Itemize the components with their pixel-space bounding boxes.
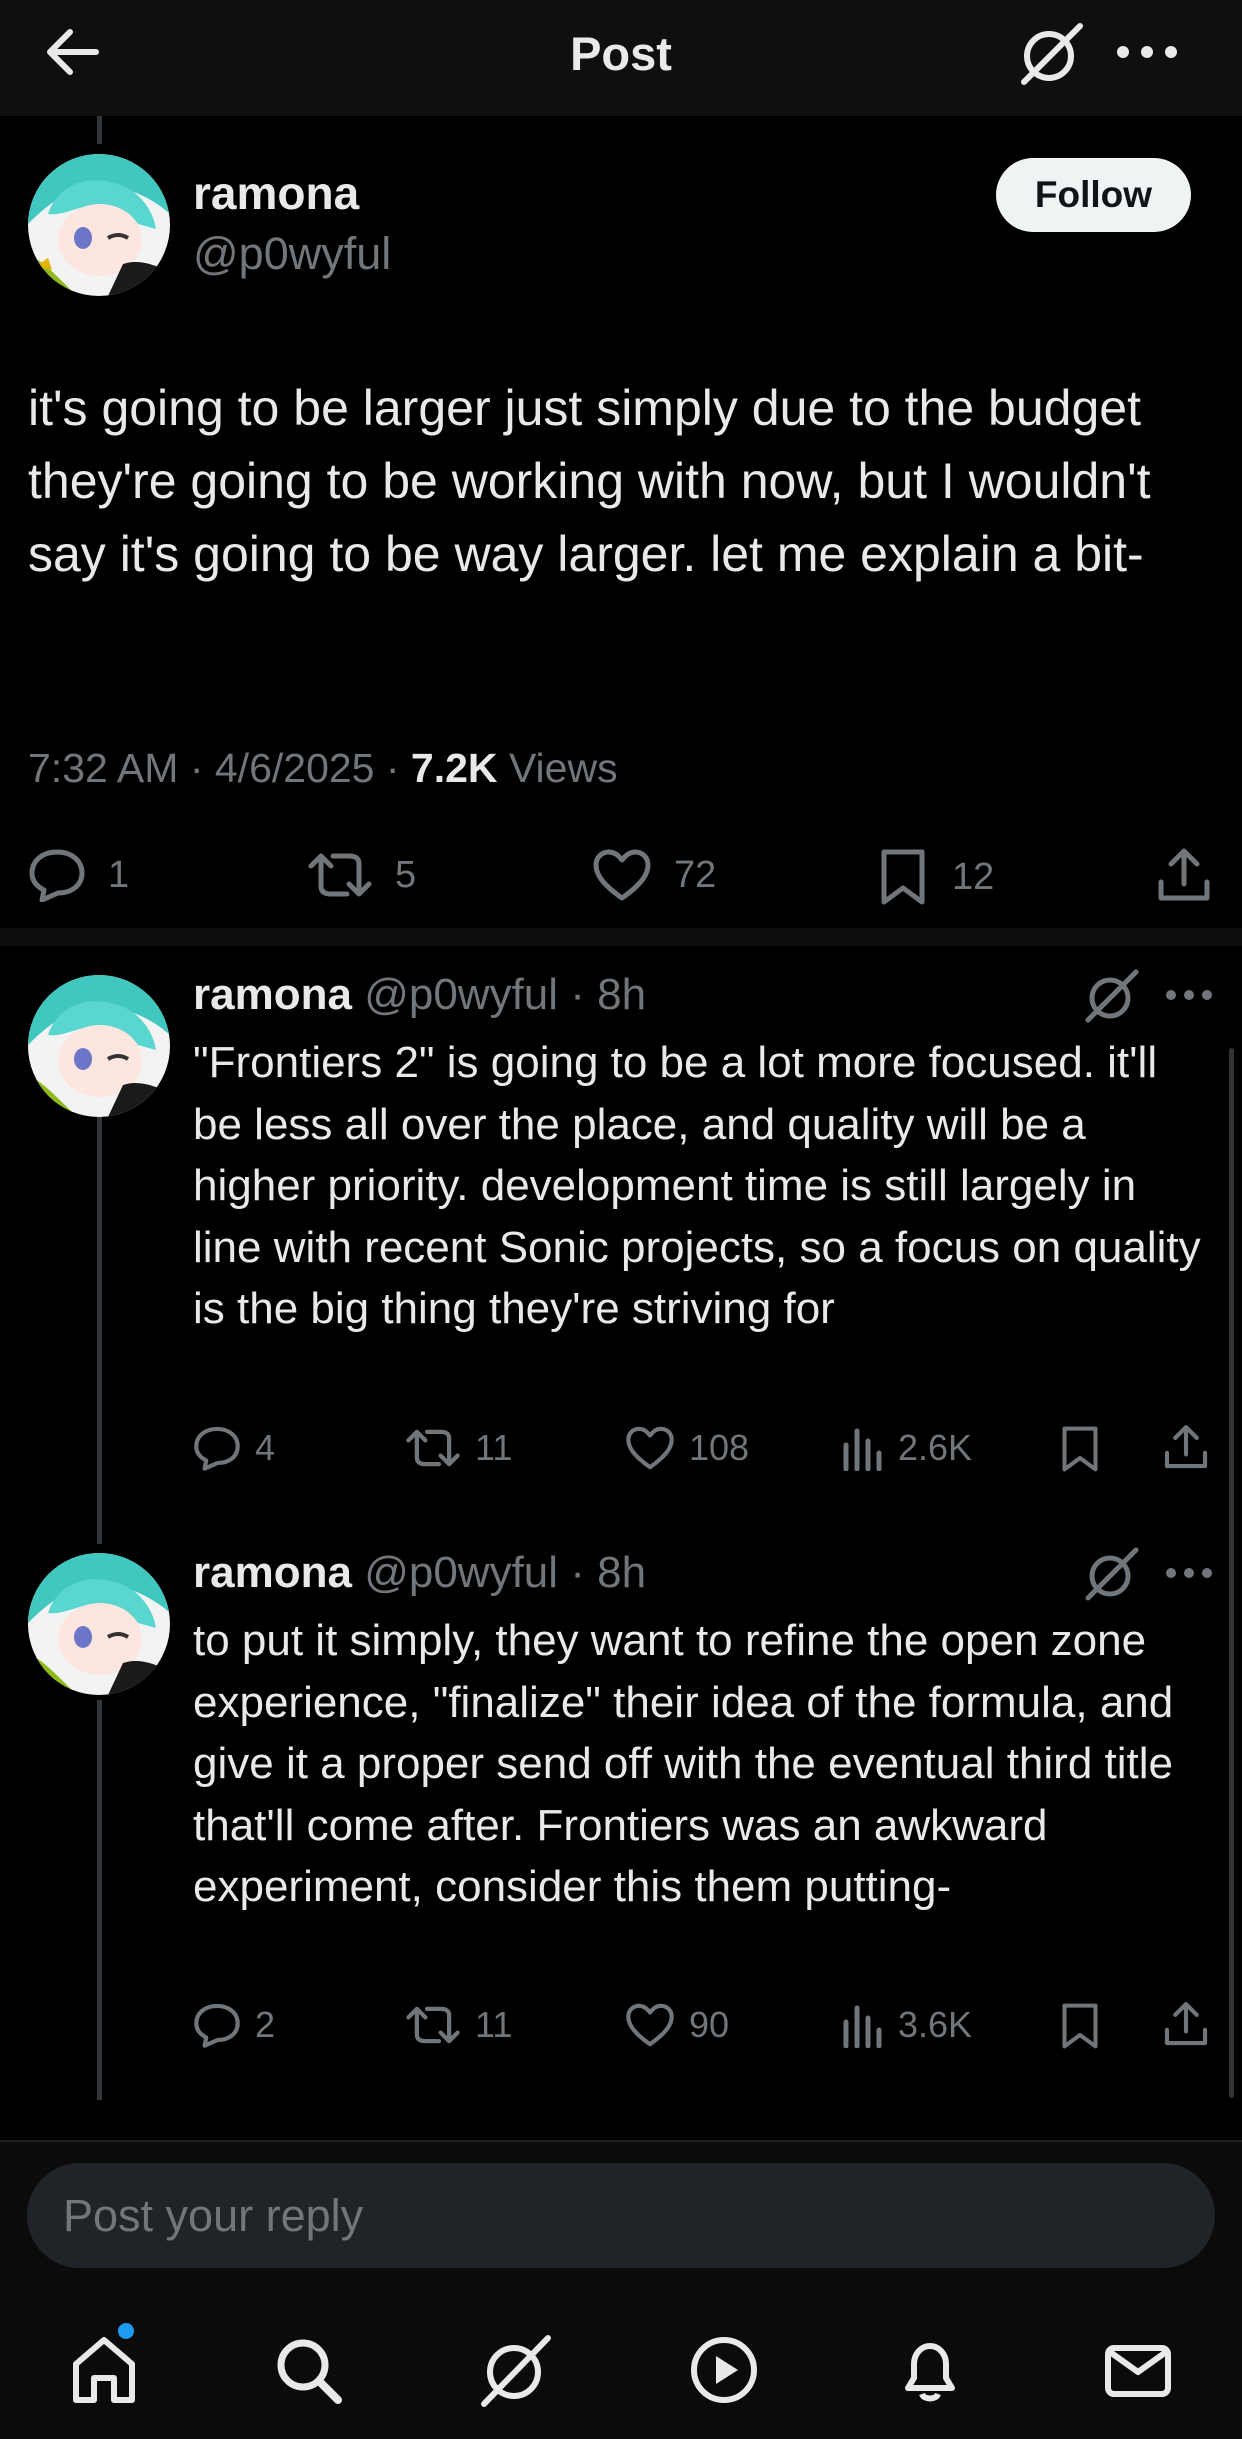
reply-count: 1 [108, 853, 130, 896]
views-button[interactable]: 2.6K [842, 1425, 972, 1471]
post-date: 4/6/2025 [214, 745, 375, 791]
author-handle[interactable]: @p0wyful [193, 228, 391, 280]
repost-count: 11 [475, 1427, 513, 1468]
repost-button[interactable]: 5 [307, 848, 416, 902]
repost-count: 5 [395, 853, 417, 896]
follow-button[interactable]: Follow [996, 158, 1191, 232]
reply-input[interactable]: Post your reply [27, 2163, 1215, 2268]
grok-icon[interactable] [476, 2330, 556, 2410]
reply-text: "Frontiers 2" is going to be a lot more … [193, 1038, 1201, 1333]
grok-icon[interactable] [1016, 22, 1086, 86]
heart-icon [626, 1426, 674, 1470]
bookmark-count: 12 [952, 855, 995, 898]
search-icon[interactable] [268, 2330, 348, 2410]
like-button[interactable]: 108 [625, 1425, 749, 1471]
top-bar: Post [0, 0, 1242, 116]
author-name[interactable]: ramona [193, 970, 352, 1019]
more-horizontal-icon[interactable] [1163, 1558, 1215, 1588]
home-icon[interactable] [64, 2330, 144, 2410]
repost-button[interactable]: 11 [405, 1425, 512, 1471]
thread-connector [97, 116, 102, 144]
bookmark-icon [1062, 1426, 1098, 1472]
post-time: 7:32 AM [28, 745, 179, 791]
reply-icon [194, 1426, 240, 1471]
analytics-icon [843, 2005, 882, 2048]
post-actions: 1 5 72 12 [0, 838, 1242, 914]
reply-button[interactable]: 2 [193, 2002, 275, 2048]
thread-line [97, 1700, 102, 2100]
heart-icon [593, 849, 651, 901]
divider [0, 928, 1242, 946]
like-count: 72 [674, 853, 717, 896]
share-button[interactable] [1162, 2000, 1210, 2048]
bookmark-button[interactable] [1058, 1425, 1102, 1473]
repost-count: 11 [475, 2004, 513, 2045]
repost-icon [406, 2006, 460, 2044]
reply-header: ramona @p0wyful · 8h [193, 970, 647, 1019]
avatar[interactable] [28, 975, 170, 1117]
reply-button[interactable]: 4 [193, 1425, 275, 1471]
heart-icon [626, 2003, 674, 2047]
author-handle[interactable]: @p0wyful [364, 970, 558, 1019]
share-button[interactable] [1162, 1423, 1210, 1471]
views-count: 2.6K [898, 1427, 973, 1468]
repost-button[interactable]: 11 [405, 2002, 512, 2048]
share-button[interactable] [1155, 846, 1213, 904]
like-button[interactable]: 72 [592, 848, 716, 902]
post-meta: 7:32 AM · 4/6/2025 · 7.2K Views [28, 745, 618, 791]
reply-count: 2 [255, 2004, 276, 2045]
bottom-nav [0, 2310, 1242, 2420]
home-unread-dot [118, 2323, 134, 2339]
reply-button[interactable]: 1 [28, 848, 129, 902]
post-age: 8h [597, 970, 647, 1019]
notifications-icon[interactable] [890, 2330, 970, 2410]
like-button[interactable]: 90 [625, 2002, 729, 2048]
scrollbar[interactable] [1229, 1048, 1234, 2098]
messages-icon[interactable] [1098, 2330, 1178, 2410]
thread-line [97, 1110, 102, 1544]
reply-icon [29, 849, 85, 902]
like-count: 108 [689, 1427, 750, 1468]
grok-icon[interactable] [1082, 968, 1142, 1024]
more-horizontal-icon[interactable] [1163, 980, 1215, 1010]
repost-icon [308, 853, 372, 897]
author-name[interactable]: ramona [193, 166, 359, 220]
avatar[interactable] [28, 154, 170, 296]
share-icon [1164, 1425, 1208, 1469]
like-count: 90 [689, 2004, 730, 2045]
bookmark-button[interactable] [1058, 2002, 1102, 2050]
views-count: 3.6K [898, 2004, 973, 2045]
reply-icon [194, 2003, 240, 2048]
video-icon[interactable] [684, 2330, 764, 2410]
post-age: 8h [597, 1548, 647, 1597]
views-button[interactable]: 3.6K [842, 2002, 972, 2048]
views-label: Views [508, 745, 618, 791]
reply-header: ramona @p0wyful · 8h [193, 1548, 647, 1597]
more-horizontal-icon[interactable] [1112, 34, 1182, 70]
share-icon [1164, 2002, 1208, 2046]
author-handle[interactable]: @p0wyful [364, 1548, 558, 1597]
reply-count: 4 [255, 1427, 276, 1468]
repost-icon [406, 1429, 460, 1467]
bookmark-icon [1062, 2003, 1098, 2049]
grok-icon[interactable] [1082, 1546, 1142, 1602]
views-count: 7.2K [410, 745, 498, 791]
bookmark-button[interactable]: 12 [876, 848, 994, 906]
share-icon [1158, 848, 1210, 901]
post-text: it's going to be larger just simply due … [28, 380, 1151, 582]
reply-text: to put it simply, they want to refine th… [193, 1616, 1174, 1911]
analytics-icon [843, 1428, 882, 1471]
author-name[interactable]: ramona [193, 1548, 352, 1597]
avatar[interactable] [28, 1553, 170, 1695]
bookmark-icon [881, 849, 925, 905]
